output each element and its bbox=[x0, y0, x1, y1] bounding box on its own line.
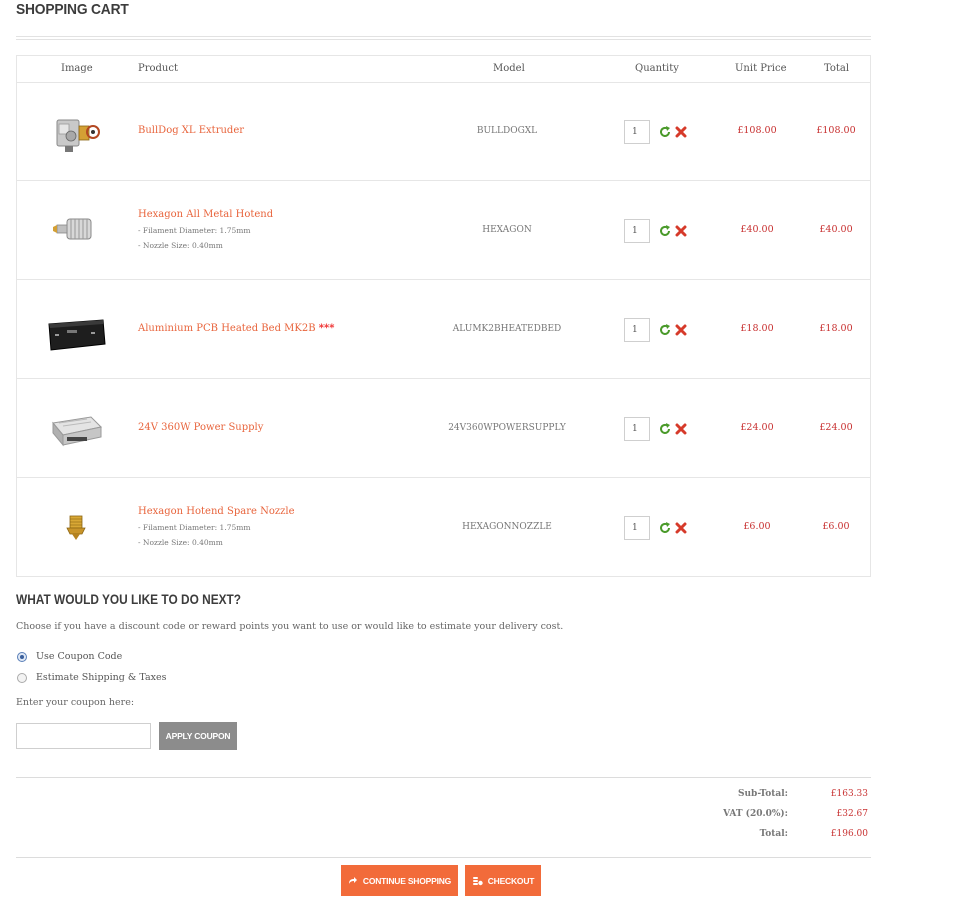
unit-price: £24.00 bbox=[740, 422, 774, 433]
remove-icon[interactable] bbox=[675, 423, 687, 435]
table-row: Aluminium PCB Heated Bed MK2B *** ALUMK2… bbox=[17, 280, 870, 379]
product-name-link[interactable]: Aluminium PCB Heated Bed MK2B *** bbox=[138, 323, 334, 334]
product-model: BULLDOGXL bbox=[476, 126, 538, 136]
header-total: Total bbox=[824, 63, 850, 74]
header-unit-price: Unit Price bbox=[735, 63, 787, 74]
refresh-icon[interactable] bbox=[659, 324, 671, 336]
power-supply-icon[interactable] bbox=[45, 393, 107, 463]
product-option: - Filament Diameter: 1.75mm bbox=[138, 226, 251, 235]
required-marker: *** bbox=[318, 323, 335, 334]
line-total: £108.00 bbox=[816, 125, 856, 136]
header-image: Image bbox=[61, 63, 93, 74]
coupon-input[interactable] bbox=[16, 723, 151, 749]
title-divider bbox=[16, 36, 871, 37]
total-label: Total: bbox=[759, 829, 788, 839]
totals-divider-top bbox=[16, 777, 871, 778]
coupon-label: Enter your coupon here: bbox=[16, 697, 135, 708]
unit-price: £18.00 bbox=[740, 323, 774, 334]
option-label: Estimate Shipping & Taxes bbox=[36, 672, 167, 683]
line-total: £24.00 bbox=[819, 422, 853, 433]
product-model: ALUMK2BHEATEDBED bbox=[452, 324, 562, 334]
product-model: 24V360WPOWERSUPPLY bbox=[448, 423, 566, 433]
refresh-icon[interactable] bbox=[659, 225, 671, 237]
product-option: - Nozzle Size: 0.40mm bbox=[138, 241, 223, 250]
share-arrow-icon bbox=[348, 877, 357, 884]
unit-price: £108.00 bbox=[737, 125, 777, 136]
refresh-icon[interactable] bbox=[659, 126, 671, 138]
heated-bed-icon[interactable] bbox=[45, 294, 107, 364]
header-product: Product bbox=[138, 63, 178, 74]
remove-icon[interactable] bbox=[675, 324, 687, 336]
remove-icon[interactable] bbox=[675, 522, 687, 534]
line-total: £40.00 bbox=[819, 224, 853, 235]
table-row: Hexagon All Metal Hotend - Filament Diam… bbox=[17, 181, 870, 280]
line-total: £18.00 bbox=[819, 323, 853, 334]
vat-label: VAT (20.0%): bbox=[723, 809, 788, 819]
header-quantity: Quantity bbox=[635, 63, 679, 74]
product-name-link[interactable]: BullDog XL Extruder bbox=[138, 125, 244, 136]
totals-divider-bottom bbox=[16, 857, 871, 858]
apply-coupon-button[interactable]: APPLY COUPON bbox=[159, 722, 237, 750]
option-use-coupon[interactable]: Use Coupon Code bbox=[17, 651, 122, 662]
subtotal-label: Sub-Total: bbox=[738, 789, 788, 799]
unit-price: £40.00 bbox=[740, 224, 774, 235]
product-name-text[interactable]: Aluminium PCB Heated Bed MK2B bbox=[138, 323, 316, 334]
next-steps-description: Choose if you have a discount code or re… bbox=[16, 621, 564, 632]
product-name-link[interactable]: 24V 360W Power Supply bbox=[138, 422, 263, 433]
checkout-button[interactable]: CHECKOUT bbox=[465, 865, 541, 896]
refresh-icon[interactable] bbox=[659, 423, 671, 435]
cart-table: Image Product Model Quantity Unit Price … bbox=[16, 55, 871, 577]
page-title: SHOPPING CART bbox=[16, 1, 129, 18]
option-label: Use Coupon Code bbox=[36, 651, 123, 662]
radio-selected[interactable] bbox=[17, 651, 27, 662]
checkout-label: CHECKOUT bbox=[487, 875, 535, 886]
coins-icon bbox=[472, 876, 483, 885]
unit-price: £6.00 bbox=[743, 521, 771, 532]
continue-shopping-label: CONTINUE SHOPPING bbox=[362, 875, 452, 886]
product-name-link[interactable]: Hexagon Hotend Spare Nozzle bbox=[138, 506, 295, 517]
extruder-icon[interactable] bbox=[45, 96, 107, 166]
quantity-input[interactable] bbox=[624, 318, 650, 342]
quantity-input[interactable] bbox=[624, 120, 650, 144]
vat-value: £32.67 bbox=[836, 809, 869, 819]
continue-shopping-button[interactable]: CONTINUE SHOPPING bbox=[341, 865, 458, 896]
total-value: £196.00 bbox=[830, 829, 868, 839]
option-estimate-shipping[interactable]: Estimate Shipping & Taxes bbox=[17, 672, 166, 683]
radio-unselected[interactable] bbox=[17, 672, 27, 683]
table-row: 24V 360W Power Supply 24V360WPOWERSUPPLY… bbox=[17, 379, 870, 478]
next-steps-title: WHAT WOULD YOU LIKE TO DO NEXT? bbox=[16, 592, 242, 607]
product-model: HEXAGON bbox=[482, 225, 532, 235]
header-model: Model bbox=[493, 63, 525, 74]
quantity-input[interactable] bbox=[624, 417, 650, 441]
hotend-icon[interactable] bbox=[45, 195, 107, 265]
product-option: - Filament Diameter: 1.75mm bbox=[138, 523, 251, 532]
cart-table-header: Image Product Model Quantity Unit Price … bbox=[17, 56, 870, 83]
refresh-icon[interactable] bbox=[659, 522, 671, 534]
title-divider-secondary bbox=[16, 39, 871, 40]
quantity-input[interactable] bbox=[624, 219, 650, 243]
table-row: BullDog XL Extruder BULLDOGXL £108.00 £1… bbox=[17, 82, 870, 181]
product-model: HEXAGONNOZZLE bbox=[462, 522, 552, 532]
quantity-input[interactable] bbox=[624, 516, 650, 540]
product-name-link[interactable]: Hexagon All Metal Hotend bbox=[138, 209, 273, 220]
table-row: Hexagon Hotend Spare Nozzle - Filament D… bbox=[17, 478, 870, 576]
subtotal-value: £163.33 bbox=[830, 789, 868, 799]
product-option: - Nozzle Size: 0.40mm bbox=[138, 538, 223, 547]
line-total: £6.00 bbox=[822, 521, 850, 532]
remove-icon[interactable] bbox=[675, 126, 687, 138]
nozzle-icon[interactable] bbox=[45, 492, 107, 562]
remove-icon[interactable] bbox=[675, 225, 687, 237]
